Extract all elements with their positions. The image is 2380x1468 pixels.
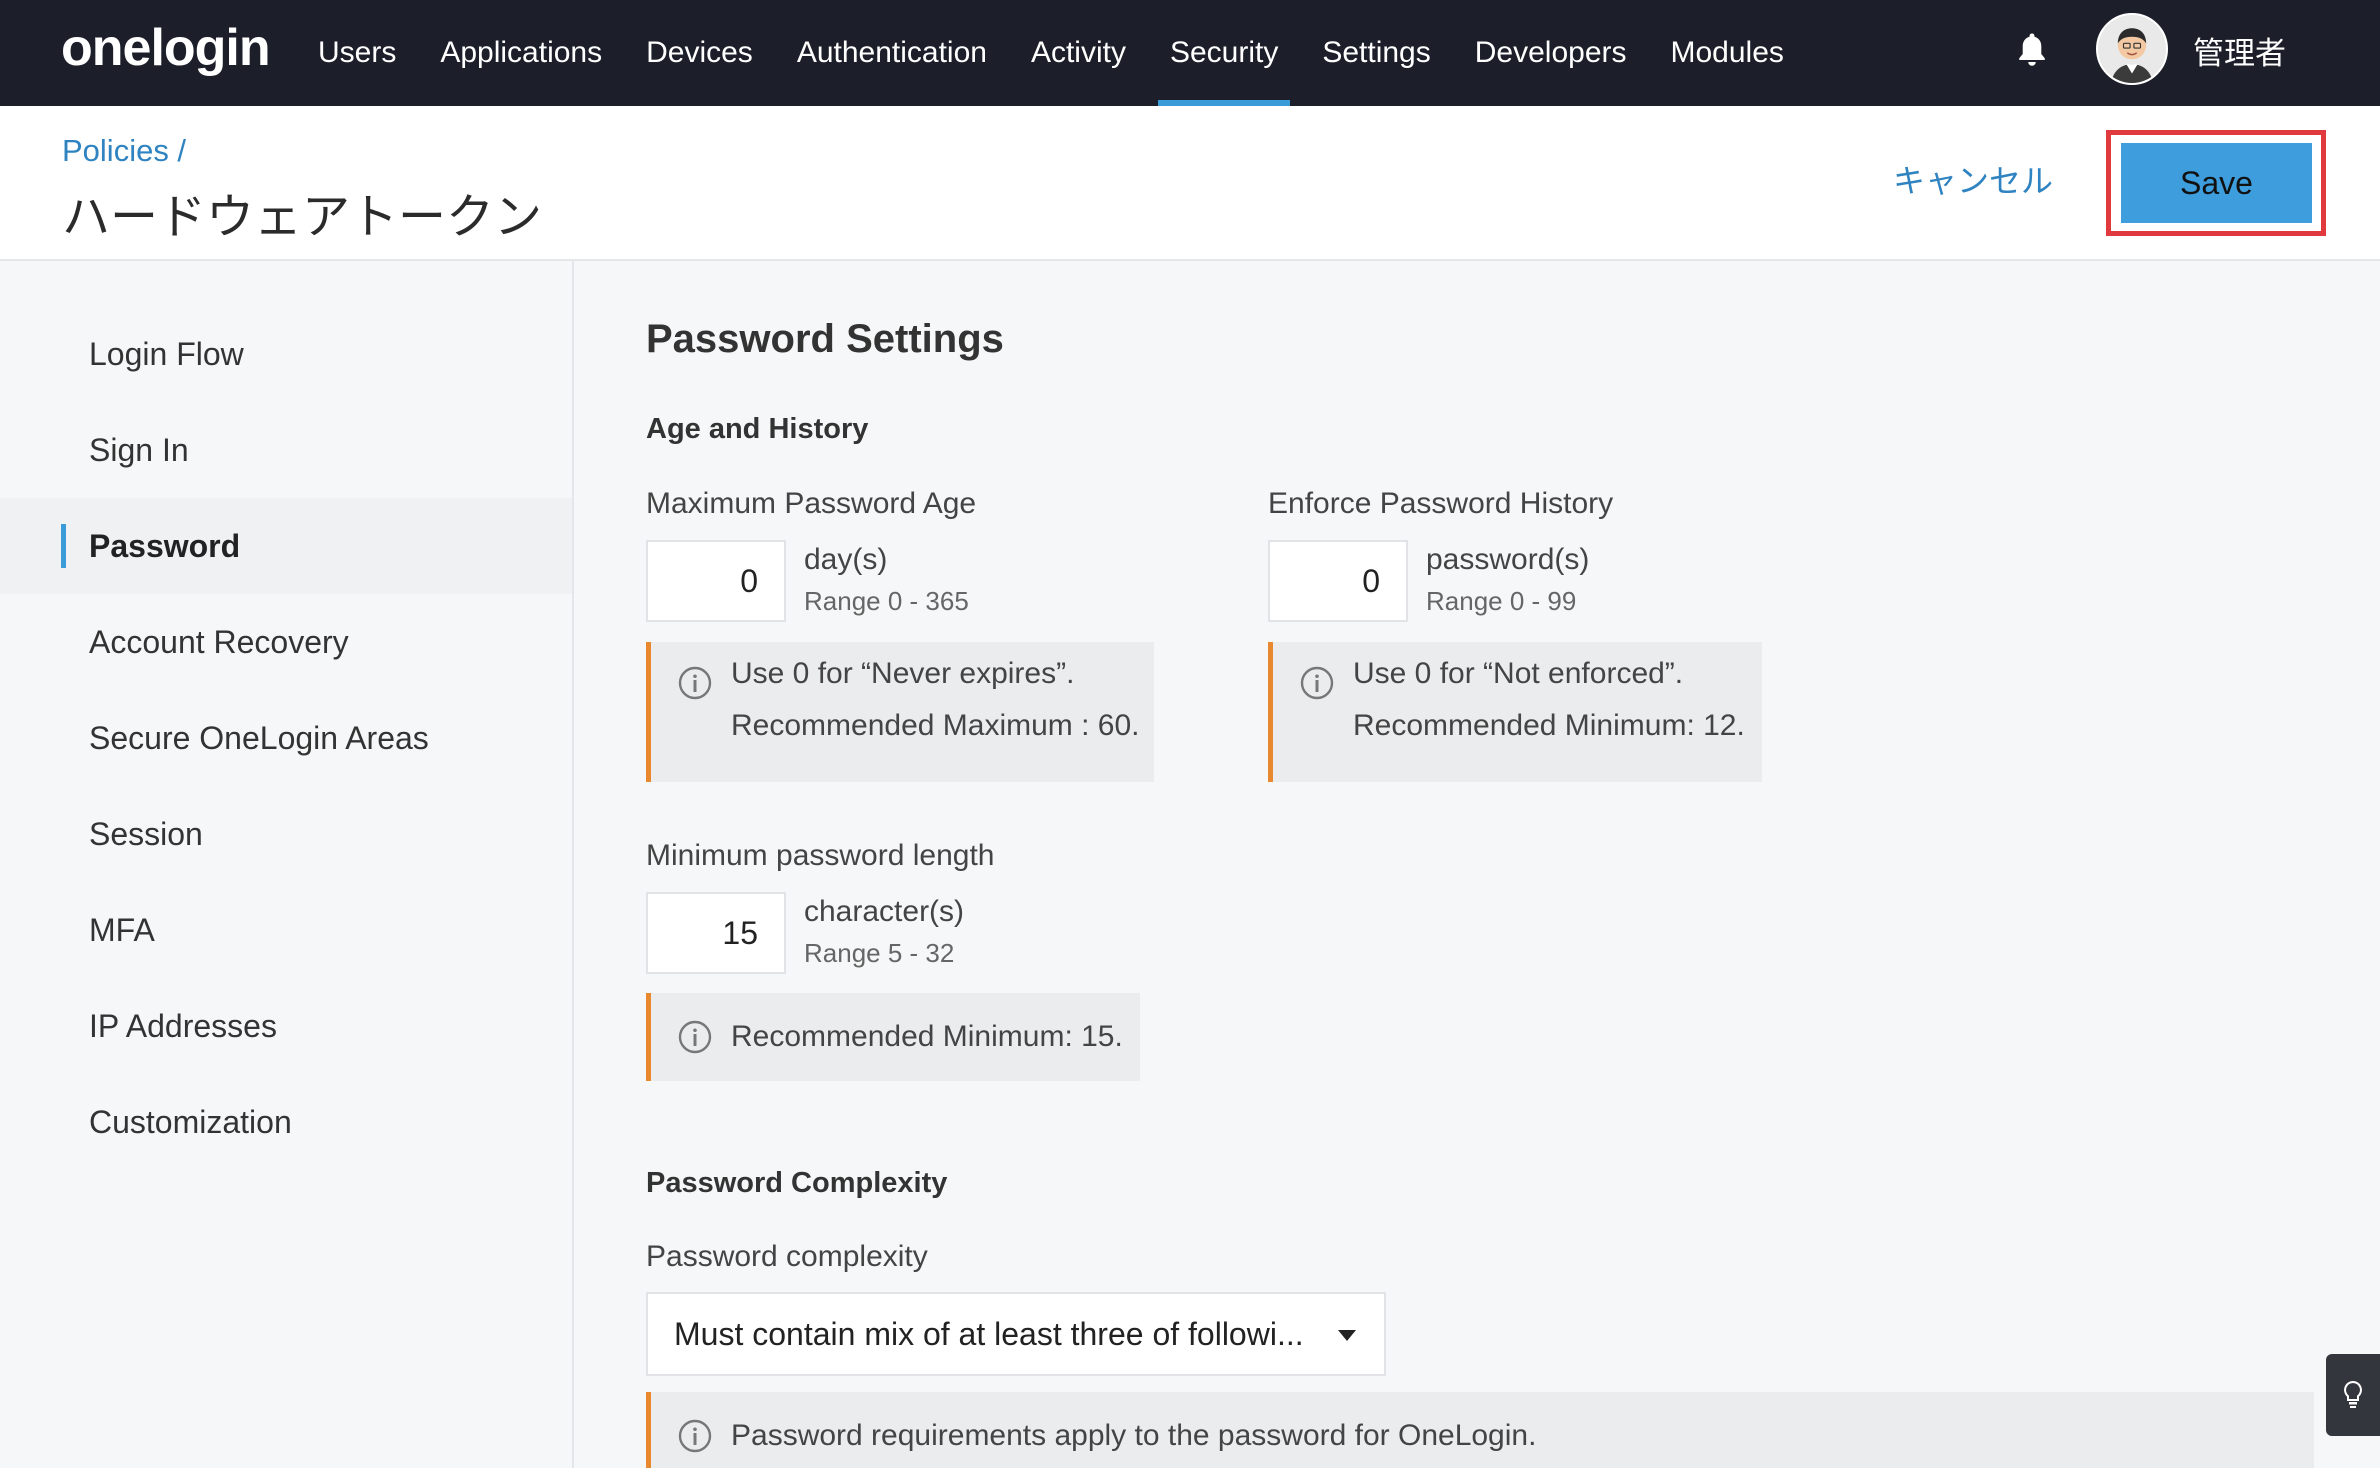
bell-icon[interactable] xyxy=(2014,30,2050,70)
password-settings-panel: Password Settings Age and History Maximu… xyxy=(574,261,2380,1468)
top-nav: onelogin Users Applications Devices Auth… xyxy=(0,0,2380,106)
nav-modules[interactable]: Modules xyxy=(1649,0,1806,106)
history-label: Enforce Password History xyxy=(1268,487,1614,520)
page-title: ハードウェアトークン xyxy=(62,191,543,244)
page-header: Policies / ハードウェアトークン キャンセル Save xyxy=(0,106,2380,261)
complexity-select[interactable]: Must contain mix of at least three of fo… xyxy=(646,1292,1386,1376)
nav-users[interactable]: Users xyxy=(296,0,418,106)
max-age-label: Maximum Password Age xyxy=(646,487,977,520)
help-tab[interactable] xyxy=(2326,1354,2380,1436)
sidebar-item-account-recovery[interactable]: Account Recovery xyxy=(0,594,572,690)
sidebar-item-secure-areas[interactable]: Secure OneLogin Areas xyxy=(0,690,572,786)
user-name[interactable]: 管理者 xyxy=(2193,28,2286,73)
nav-devices[interactable]: Devices xyxy=(624,0,775,106)
complexity-info-text: Password requirements apply to the passw… xyxy=(731,1419,1537,1452)
history-info-line1: Use 0 for “Not enforced”. xyxy=(1353,657,1684,690)
section-title: Password Settings xyxy=(646,317,1004,361)
history-input[interactable]: 0 xyxy=(1268,540,1408,622)
nav-security[interactable]: Security xyxy=(1148,0,1300,106)
complexity-heading: Password Complexity xyxy=(646,1167,948,1199)
chevron-down-icon xyxy=(1338,1330,1356,1341)
info-icon xyxy=(1300,666,1334,700)
min-length-unit: character(s) xyxy=(804,895,965,928)
main-nav: Users Applications Devices Authenticatio… xyxy=(296,0,1806,106)
max-age-info-line1: Use 0 for “Never expires”. xyxy=(731,657,1075,690)
history-info-line2: Recommended Minimum: 12. xyxy=(1353,709,1745,742)
nav-settings[interactable]: Settings xyxy=(1300,0,1452,106)
breadcrumb-policies[interactable]: Policies / xyxy=(62,133,186,169)
age-history-heading: Age and History xyxy=(646,413,869,445)
sidebar-item-session[interactable]: Session xyxy=(0,786,572,882)
max-age-range: Range 0 - 365 xyxy=(804,586,969,616)
info-icon xyxy=(678,1020,712,1054)
min-length-label: Minimum password length xyxy=(646,839,995,872)
onelogin-logo[interactable]: onelogin xyxy=(61,18,271,78)
min-length-info-line1: Recommended Minimum: 15. xyxy=(731,1020,1123,1053)
sidebar-item-login-flow[interactable]: Login Flow xyxy=(0,306,572,402)
max-age-unit: day(s) xyxy=(804,543,888,576)
max-age-info-line2: Recommended Maximum : 60. xyxy=(731,709,1140,742)
save-button[interactable]: Save xyxy=(2121,143,2312,223)
nav-activity[interactable]: Activity xyxy=(1009,0,1148,106)
complexity-info: Password requirements apply to the passw… xyxy=(646,1392,2314,1468)
avatar[interactable] xyxy=(2096,13,2168,85)
max-age-input[interactable]: 0 xyxy=(646,540,786,622)
sidebar-item-mfa[interactable]: MFA xyxy=(0,882,572,978)
sidebar-item-ip-addresses[interactable]: IP Addresses xyxy=(0,978,572,1074)
info-icon xyxy=(678,1419,712,1453)
nav-authentication[interactable]: Authentication xyxy=(775,0,1009,106)
min-length-info: Recommended Minimum: 15. xyxy=(646,993,1140,1081)
history-unit: password(s) xyxy=(1426,543,1590,576)
complexity-selected-value: Must contain mix of at least three of fo… xyxy=(674,1315,1304,1352)
complexity-label: Password complexity xyxy=(646,1240,928,1273)
nav-applications[interactable]: Applications xyxy=(418,0,624,106)
nav-developers[interactable]: Developers xyxy=(1453,0,1649,106)
history-range: Range 0 - 99 xyxy=(1426,586,1577,616)
min-length-range: Range 5 - 32 xyxy=(804,938,955,968)
min-length-input[interactable]: 15 xyxy=(646,892,786,974)
sidebar-item-customization[interactable]: Customization xyxy=(0,1074,572,1170)
sidebar-item-sign-in[interactable]: Sign In xyxy=(0,402,572,498)
sidebar-item-password[interactable]: Password xyxy=(0,498,572,594)
history-info: Use 0 for “Not enforced”. Recommended Mi… xyxy=(1268,642,1762,782)
cancel-button[interactable]: キャンセル xyxy=(1893,156,2053,202)
info-icon xyxy=(678,666,712,700)
lightbulb-icon xyxy=(2344,1380,2362,1408)
max-age-info: Use 0 for “Never expires”. Recommended M… xyxy=(646,642,1154,782)
policy-sidebar: Login Flow Sign In Password Account Reco… xyxy=(0,261,574,1468)
